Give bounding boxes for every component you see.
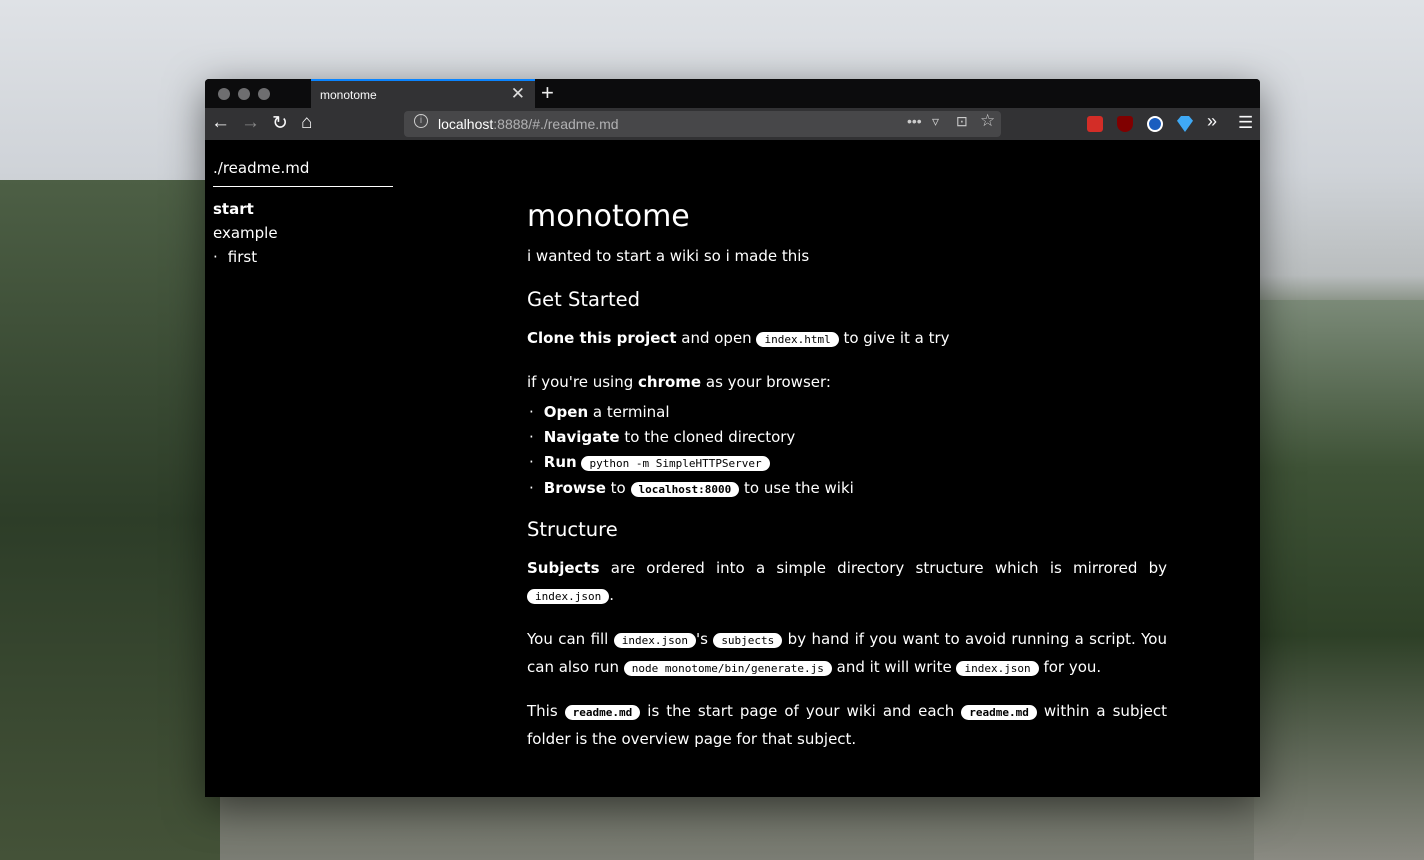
browser-window: monotome ✕ + ← → ↻ ⌂ i localhost:8888/#.…: [205, 79, 1260, 797]
lastpass-icon[interactable]: [1087, 116, 1103, 132]
background-hill-right: [1254, 300, 1424, 860]
close-window-button[interactable]: [218, 88, 230, 100]
url-path: :8888/#./readme.md: [493, 116, 619, 132]
code-snippet: localhost:8000: [630, 482, 740, 497]
sidebar-item-first[interactable]: · first: [213, 245, 393, 269]
heading-structure: Structure: [527, 518, 618, 541]
list-item: Run python -m SimpleHTTPServer: [527, 450, 1167, 476]
code-snippet: readme.md: [961, 705, 1037, 720]
intro-text: i wanted to start a wiki so i made this: [527, 247, 810, 265]
forward-icon[interactable]: →: [241, 112, 260, 134]
content: monotome i wanted to start a wiki so i m…: [527, 197, 1167, 769]
url-bar[interactable]: i localhost:8888/#./readme.md ••• ▿ ⊡ ☆: [404, 111, 1001, 137]
sidebar-item-label: first: [227, 248, 258, 266]
bold-text: Run: [543, 453, 577, 471]
new-tab-button[interactable]: +: [541, 80, 554, 106]
minimize-window-button[interactable]: [238, 88, 250, 100]
zoom-window-button[interactable]: [258, 88, 270, 100]
code-snippet: index.json: [527, 589, 610, 604]
text: to give it a try: [838, 329, 950, 347]
bold-text: Subjects: [527, 559, 600, 577]
bold-text: Browse: [543, 479, 606, 497]
overflow-chevron-icon[interactable]: »: [1207, 111, 1217, 132]
text: 's: [695, 630, 714, 648]
text: is the start page of your wiki and each: [640, 702, 962, 720]
heading-get-started: Get Started: [527, 288, 640, 311]
text: as your browser:: [701, 373, 831, 391]
tab-bar: monotome ✕ +: [205, 79, 1260, 108]
chrome-paragraph: if you're using chrome as your browser:: [527, 369, 1167, 396]
clone-paragraph: Clone this project and open index.html t…: [527, 325, 1167, 353]
gem-extension-icon[interactable]: [1177, 116, 1193, 132]
list-item: Open a terminal: [527, 400, 1167, 425]
close-tab-icon[interactable]: ✕: [511, 84, 525, 104]
list-item: Browse to localhost:8000 to use the wiki: [527, 476, 1167, 502]
sidebar-title: ./readme.md: [213, 159, 393, 187]
code-snippet: index.html: [756, 332, 839, 347]
bold-text: chrome: [638, 373, 702, 391]
background-hill-left: [0, 180, 220, 860]
text: if you're using: [527, 373, 639, 391]
code-snippet: index.json: [613, 633, 696, 648]
code-snippet: node monotome/bin/generate.js: [623, 661, 832, 676]
code-snippet: index.json: [956, 661, 1039, 676]
text: and it will write: [831, 658, 957, 676]
subjects-paragraph: Subjects are ordered into a simple direc…: [527, 555, 1167, 610]
text: .: [609, 586, 615, 604]
bookmark-star-icon[interactable]: ☆: [980, 111, 995, 131]
reload-icon[interactable]: ↻: [272, 112, 288, 135]
sidebar-item-start[interactable]: start: [213, 197, 393, 221]
fill-paragraph: You can fill index.json's subjects by ha…: [527, 626, 1167, 682]
info-icon[interactable]: i: [414, 114, 428, 128]
s-extension-icon[interactable]: [1147, 116, 1163, 132]
text: You can fill: [527, 630, 614, 648]
steps-list: Open a terminal Navigate to the cloned d…: [527, 400, 1167, 502]
bold-text: Open: [543, 403, 589, 421]
pocket-icon[interactable]: ▿: [932, 113, 939, 130]
code-snippet: python -m SimpleHTTPServer: [581, 456, 770, 471]
text: for you.: [1038, 658, 1102, 676]
code-snippet: subjects: [713, 633, 783, 648]
code-snippet: readme.md: [564, 705, 641, 720]
text: to use the wiki: [739, 479, 854, 497]
tab-monotome[interactable]: monotome ✕: [311, 79, 535, 108]
readme-paragraph: This readme.md is the start page of your…: [527, 698, 1167, 753]
bold-text: Clone this project: [527, 329, 677, 347]
tab-title: monotome: [320, 88, 377, 102]
home-icon[interactable]: ⌂: [301, 112, 312, 134]
sidebar-item-example[interactable]: example: [213, 221, 393, 245]
text: are ordered into a simple directory stru…: [599, 559, 1167, 577]
text: to: [605, 479, 631, 497]
sidebar: ./readme.md start example · first: [213, 159, 393, 269]
text: a terminal: [588, 403, 670, 421]
menu-icon[interactable]: ☰: [1238, 113, 1253, 133]
bold-text: Navigate: [543, 428, 620, 446]
reader-view-icon[interactable]: ⊡: [956, 113, 968, 130]
more-icon[interactable]: •••: [907, 113, 922, 129]
ublock-icon[interactable]: [1117, 116, 1133, 132]
text: and open: [676, 329, 757, 347]
back-icon[interactable]: ←: [211, 112, 230, 134]
list-item: Navigate to the cloned directory: [527, 425, 1167, 450]
text: to the cloned directory: [619, 428, 796, 446]
nav-bar: ← → ↻ ⌂ i localhost:8888/#./readme.md ••…: [205, 108, 1260, 140]
url-host: localhost: [438, 116, 494, 132]
page-title: monotome: [527, 199, 690, 234]
text: This: [527, 702, 565, 720]
